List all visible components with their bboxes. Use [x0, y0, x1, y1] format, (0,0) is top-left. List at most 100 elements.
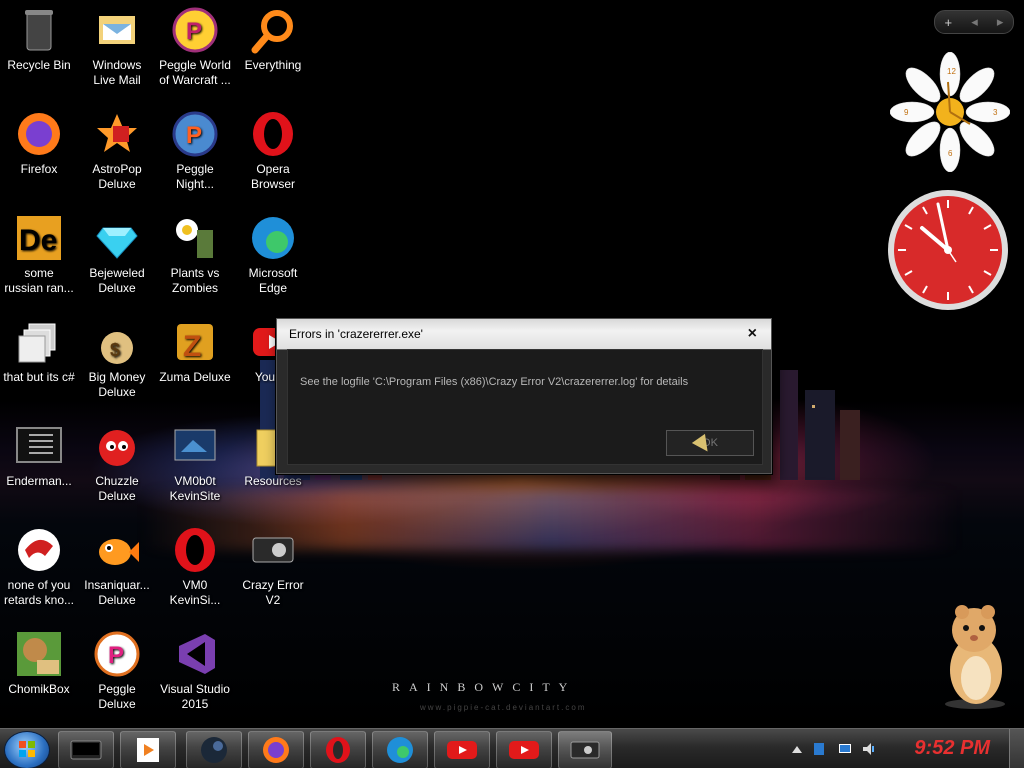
vm0b0t-kevinsite-icon	[171, 422, 219, 470]
desktop-icon-label: Firefox	[20, 162, 58, 176]
close-icon[interactable]: ×	[748, 319, 757, 349]
desktop-icon-label: Peggle Deluxe	[98, 682, 136, 711]
desktop-icon-insaniquarium[interactable]: Insaniquar... Deluxe	[78, 526, 156, 608]
taskbar-media-player-button[interactable]	[120, 731, 176, 768]
desktop-icon-label: Everything	[244, 58, 302, 72]
desktop-icon-big-money[interactable]: $ Big Money Deluxe	[78, 318, 156, 400]
svg-text:De: De	[19, 224, 57, 257]
gadget-prev-button[interactable]: ◂	[971, 14, 978, 30]
desktop-icon-chomikbox[interactable]: ChomikBox	[0, 630, 78, 697]
desktop-icon-label: Big Money Deluxe	[88, 370, 146, 399]
dialog-titlebar[interactable]: Errors in 'crazererrer.exe' ×	[277, 319, 771, 350]
svg-text:P: P	[186, 18, 202, 45]
flower-clock-3: 3	[993, 108, 998, 117]
windows-live-mail-icon	[93, 6, 141, 54]
add-gadget-button[interactable]: +	[945, 15, 953, 30]
wallpaper-brand: RAINBOWCITY	[392, 680, 577, 694]
system-tray: 9:52 PM	[784, 729, 1024, 768]
visual-studio-2015-icon	[171, 630, 219, 678]
opera-icon	[326, 737, 350, 763]
taskbar-clock[interactable]: 9:52 PM	[914, 737, 990, 760]
none-of-you-icon	[15, 526, 63, 574]
chomikbox-icon	[15, 630, 63, 678]
desktop-icon-enderman[interactable]: Enderman...	[0, 422, 78, 489]
desktop-icon-crazy-error-v2[interactable]: Crazy Error V2	[234, 526, 312, 608]
zuma-deluxe-icon: Z	[171, 318, 219, 366]
some-russian-icon: De	[15, 214, 63, 262]
youtube-icon	[509, 741, 539, 759]
desktop-icon-peggle-nights[interactable]: P Peggle Night...	[156, 110, 234, 192]
network-icon[interactable]	[838, 742, 852, 756]
insaniquarium-icon	[93, 526, 141, 574]
desktop-icon-label: Visual Studio 2015	[160, 682, 230, 711]
vm0-kevinsi-icon	[171, 526, 219, 574]
desktop-icon-microsoft-edge[interactable]: Microsoft Edge	[234, 214, 312, 296]
desktop-icon-label: Peggle World of Warcraft ...	[159, 58, 231, 87]
peggle-nights-icon: P	[171, 110, 219, 158]
desktop-icon-opera-browser[interactable]: Opera Browser	[234, 110, 312, 192]
bejeweled-icon	[93, 214, 141, 262]
desktop-icon-firefox[interactable]: Firefox	[0, 110, 78, 177]
show-hidden-icons-icon[interactable]	[790, 742, 804, 756]
desktop-icon-everything[interactable]: Everything	[234, 6, 312, 73]
dialog-message: See the logfile 'C:\Program Files (x86)\…	[300, 376, 689, 388]
flower-clock-9: 9	[904, 108, 909, 117]
taskbar-edge-button[interactable]	[372, 731, 428, 768]
peggle-world-of-warcraft-icon: P	[171, 6, 219, 54]
taskbar-youtube-button-2[interactable]	[496, 731, 552, 768]
edge-icon	[387, 737, 413, 763]
desktop-icon-astropop[interactable]: AstroPop Deluxe	[78, 110, 156, 192]
desktop-icon-label: AstroPop Deluxe	[92, 162, 142, 191]
volume-icon[interactable]	[862, 742, 876, 756]
gadget-next-button[interactable]: ▸	[997, 14, 1004, 30]
desktop-icon-label: VM0 KevinSi...	[169, 578, 221, 607]
tray-app-icon[interactable]	[812, 742, 826, 756]
show-desktop-button[interactable]	[1009, 729, 1024, 768]
gadget-bar[interactable]: + ◂ ▸	[934, 10, 1014, 34]
desktop-icon-label: Chuzzle Deluxe	[95, 474, 139, 503]
svg-text:Z: Z	[183, 330, 201, 363]
desktop-icon-windows-live-mail[interactable]: Windows Live Mail	[78, 6, 156, 88]
desktop-icon-label: Opera Browser	[250, 162, 295, 191]
desktop-icon-that-but-its-csharp[interactable]: that but its c#	[0, 318, 78, 385]
everything-icon	[249, 6, 297, 54]
desktop-icon-peggle-world-of-warcraft[interactable]: P Peggle World of Warcraft ...	[156, 6, 234, 88]
flower-clock-6: 6	[948, 149, 953, 158]
steam-icon	[201, 737, 227, 763]
desktop-icon-chuzzle[interactable]: Chuzzle Deluxe	[78, 422, 156, 504]
desktop-icon-recycle-bin[interactable]: Recycle Bin	[0, 6, 78, 73]
desktop-icon-label: Resources	[244, 474, 302, 488]
taskbar-crazy-error-button[interactable]	[558, 731, 612, 768]
desktop-icon-zuma-deluxe[interactable]: Z Zuma Deluxe	[156, 318, 234, 385]
firefox-icon	[263, 737, 289, 763]
desktop-icon-peggle-deluxe[interactable]: P Peggle Deluxe	[78, 630, 156, 712]
flower-clock-gadget[interactable]: 12 3 6 9	[890, 52, 1010, 172]
desktop-icon-none-of-you[interactable]: none of you retards kno...	[0, 526, 78, 608]
start-button[interactable]	[4, 731, 50, 768]
taskbar-youtube-button[interactable]	[434, 731, 490, 768]
desktop-icon-label: Recycle Bin	[7, 58, 71, 72]
desktop-icon-visual-studio-2015[interactable]: Visual Studio 2015	[156, 630, 234, 712]
opera-browser-icon	[249, 110, 297, 158]
that-but-its-csharp-icon	[15, 318, 63, 366]
desktop-icon-label: Microsoft Edge	[248, 266, 298, 295]
taskbar-steam-button[interactable]	[186, 731, 242, 768]
taskbar-opera-button[interactable]	[310, 731, 366, 768]
flower-clock-12: 12	[947, 67, 956, 76]
big-money-icon: $	[93, 318, 141, 366]
desktop-icon-plants-vs-zombies[interactable]: Plants vs Zombies	[156, 214, 234, 296]
desktop-icon-vm0-kevinsi[interactable]: VM0 KevinSi...	[156, 526, 234, 608]
terminal-icon	[70, 740, 102, 760]
desktop-icon-label: some russian ran...	[4, 266, 74, 295]
desktop: RAINBOWCITY www.pigpie-cat.deviantart.co…	[0, 0, 1024, 728]
taskbar-terminal-button[interactable]	[58, 731, 114, 768]
desktop-icon-label: Peggle Night...	[175, 162, 214, 191]
desktop-icon-bejeweled[interactable]: Bejeweled Deluxe	[78, 214, 156, 296]
desktop-icon-some-russian[interactable]: De some russian ran...	[0, 214, 78, 296]
desktop-icon-label: Zuma Deluxe	[159, 370, 231, 384]
desktop-icon-vm0b0t-kevinsite[interactable]: VM0b0t KevinSite	[156, 422, 234, 504]
red-clock-gadget[interactable]	[886, 188, 1010, 312]
dialog-body: See the logfile 'C:\Program Files (x86)\…	[287, 349, 763, 465]
taskbar-firefox-button[interactable]	[248, 731, 304, 768]
windows-logo-icon	[19, 741, 35, 757]
